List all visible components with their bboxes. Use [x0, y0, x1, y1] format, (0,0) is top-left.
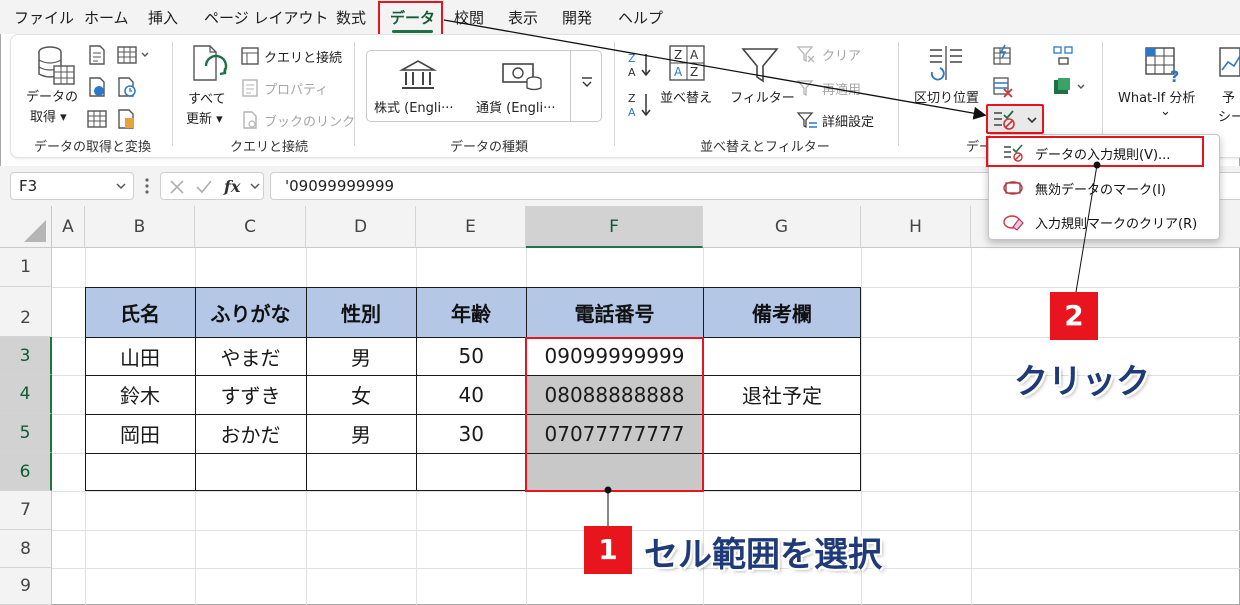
step-1-callout: セル範囲を選択 [644, 535, 882, 575]
step-1-badge: 1 [584, 526, 632, 574]
step-2-callout: クリック [1014, 362, 1150, 402]
step-2-badge: 2 [1050, 292, 1098, 340]
